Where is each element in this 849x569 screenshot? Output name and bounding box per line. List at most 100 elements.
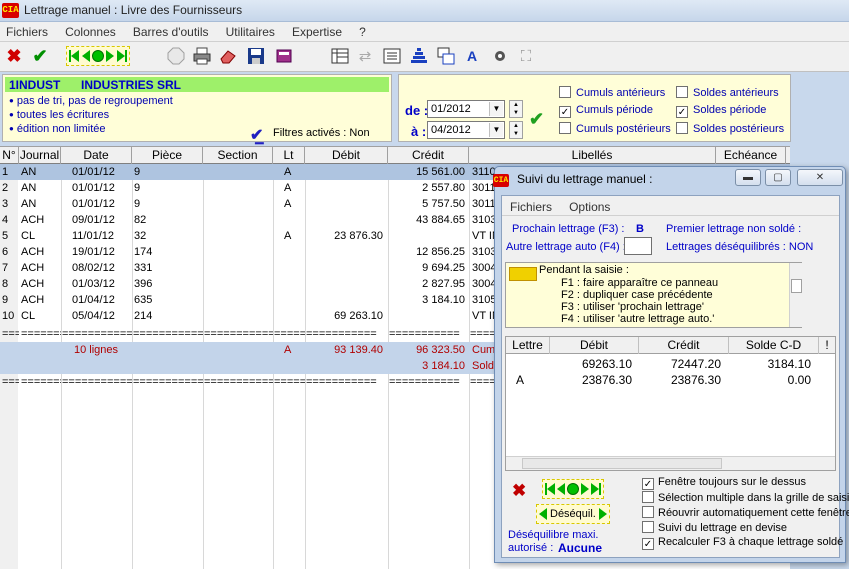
scroll-thumb[interactable] <box>791 279 802 293</box>
account-bar: 1INDUST INDUSTRIES SRL <box>5 77 389 92</box>
menu-barres-outils[interactable]: Barres d'outils <box>127 22 217 39</box>
soldes-anterieurs-checkbox[interactable]: Soldes antérieurs <box>676 86 779 99</box>
deseq-button[interactable]: Déséquil. <box>536 504 610 524</box>
checkbox-label: Soldes période <box>693 104 767 116</box>
grid-cell <box>284 276 304 292</box>
auto-lettrage-input[interactable] <box>624 237 652 255</box>
auto-lettrage-label: Autre lettrage auto (F4) : <box>506 241 626 253</box>
col-section[interactable]: Section <box>203 147 273 164</box>
option-sort[interactable]: pas de tri, pas de regroupement <box>9 95 173 107</box>
dialog-menu-fichiers[interactable]: Fichiers <box>502 196 558 214</box>
exit-icon[interactable]: ⛶ <box>516 46 536 66</box>
checkbox-box[interactable]: ✓ <box>559 106 571 118</box>
to-period-select[interactable]: 04/2012 ▼ <box>427 121 505 139</box>
list-icon[interactable] <box>382 46 402 66</box>
cancel-icon[interactable]: ✖ <box>512 481 526 501</box>
col-credit[interactable]: Crédit <box>388 147 469 164</box>
maximize-button[interactable]: ▢ <box>765 169 791 186</box>
checkbox-box[interactable]: ✓ <box>642 478 654 490</box>
validate-icon[interactable]: ✔ <box>30 46 50 66</box>
close-button[interactable]: ✕ <box>797 169 843 186</box>
option-on-top-checkbox[interactable]: ✓ Fenêtre toujours sur le dessus <box>642 476 806 490</box>
print-icon[interactable] <box>192 46 212 66</box>
total-lt: A <box>284 344 292 356</box>
sort-icon[interactable] <box>409 46 429 66</box>
next-icon[interactable] <box>106 50 114 62</box>
first-icon[interactable] <box>71 50 79 62</box>
from-period-select[interactable]: 01/2012 ▼ <box>427 100 505 118</box>
cumuls-periode-checkbox[interactable]: ✓ Cumuls période <box>559 104 653 118</box>
col-echeance[interactable]: Echéance <box>716 147 786 164</box>
option-currency-checkbox[interactable]: Suivi du lettrage en devise <box>642 521 787 534</box>
first-icon[interactable] <box>547 483 555 495</box>
grid-cell: 3004 <box>472 262 496 274</box>
checkbox-box[interactable]: ✓ <box>642 538 654 550</box>
col-num[interactable]: N° <box>0 147 19 164</box>
from-spinner[interactable]: ▲ ▼ <box>509 100 523 118</box>
grid-cell <box>205 276 271 292</box>
checkbox-box[interactable] <box>676 86 688 98</box>
lettrage-summary-grid[interactable]: Lettre Débit Crédit Solde C-D ! 69263.10… <box>505 336 836 471</box>
eraser-icon[interactable] <box>218 46 238 66</box>
windows-icon[interactable] <box>436 46 456 66</box>
columns-icon[interactable] <box>330 46 350 66</box>
option-multiselect-checkbox[interactable]: Sélection multiple dans la grille de sai… <box>642 491 849 504</box>
separator-cell: =========== <box>470 376 494 388</box>
menu-expertise[interactable]: Expertise <box>286 22 350 39</box>
menu-utilitaires[interactable]: Utilitaires <box>220 22 283 39</box>
col-lt[interactable]: Lt <box>273 147 305 164</box>
summary-cell: A <box>516 373 525 387</box>
soldes-posterieurs-checkbox[interactable]: Soldes postérieurs <box>676 122 784 135</box>
col-libelles[interactable]: Libellés <box>469 147 716 164</box>
filter-icon[interactable]: ✔̲ <box>250 125 263 145</box>
help-scrollbar[interactable] <box>789 263 803 327</box>
option-edition[interactable]: édition non limitée <box>9 123 106 135</box>
swap-icon[interactable]: ⇄ <box>355 46 375 66</box>
spell-icon[interactable]: A <box>462 46 482 66</box>
checkbox-box[interactable] <box>642 491 654 503</box>
option-reopen-checkbox[interactable]: Réouvrir automatiquement cette fenêtre <box>642 506 849 519</box>
option-entries[interactable]: toutes les écritures <box>9 109 109 121</box>
col-journal[interactable]: Journal <box>19 147 61 164</box>
cancel-icon[interactable]: ✖ <box>4 46 24 66</box>
grid-cell <box>205 180 271 196</box>
soldes-periode-checkbox[interactable]: ✓ Soldes période <box>676 104 766 118</box>
current-icon[interactable] <box>92 50 104 62</box>
col-piece[interactable]: Pièce <box>132 147 203 164</box>
cumuls-anterieurs-checkbox[interactable]: Cumuls antérieurs <box>559 86 665 99</box>
to-spinner[interactable]: ▲ ▼ <box>509 121 523 139</box>
col-date[interactable]: Date <box>61 147 132 164</box>
checkbox-box[interactable] <box>676 122 688 134</box>
save-icon[interactable] <box>246 46 266 66</box>
stop-icon[interactable] <box>166 46 186 66</box>
menu-help[interactable]: ? <box>353 22 374 39</box>
dialog-menu-options[interactable]: Options <box>561 196 616 214</box>
cumuls-posterieurs-checkbox[interactable]: Cumuls postérieurs <box>559 122 671 135</box>
help-panel: Pendant la saisie : F1 : faire apparaîtr… <box>505 262 803 328</box>
menu-fichiers[interactable]: Fichiers <box>0 22 56 39</box>
scroll-thumb[interactable] <box>522 458 722 469</box>
apply-check-icon[interactable]: ✔ <box>529 109 544 130</box>
col-debit[interactable]: Débit <box>305 147 388 164</box>
next-icon[interactable] <box>581 483 589 495</box>
grid-cell: 1 <box>2 166 9 178</box>
checkbox-box[interactable] <box>642 521 654 533</box>
chevron-down-icon[interactable]: ▼ <box>489 102 503 116</box>
current-icon[interactable] <box>567 483 579 495</box>
checkbox-box[interactable] <box>559 122 571 134</box>
chevron-down-icon[interactable]: ▼ <box>489 123 503 137</box>
menu-colonnes[interactable]: Colonnes <box>59 22 124 39</box>
previous-icon[interactable] <box>557 483 565 495</box>
tools-icon[interactable] <box>490 46 510 66</box>
last-icon[interactable] <box>117 50 125 62</box>
checkbox-box[interactable]: ✓ <box>676 106 688 118</box>
minimize-button[interactable]: ▬ <box>735 169 761 186</box>
previous-icon[interactable] <box>82 50 90 62</box>
last-icon[interactable] <box>591 483 599 495</box>
option-recalc-checkbox[interactable]: ✓ Recalculer F3 à chaque lettrage soldé <box>642 536 843 550</box>
checkbox-box[interactable] <box>642 506 654 518</box>
book-icon[interactable] <box>274 46 294 66</box>
separator-cell: =========== <box>389 328 460 340</box>
checkbox-box[interactable] <box>559 86 571 98</box>
summary-scrollbar[interactable] <box>506 456 835 470</box>
